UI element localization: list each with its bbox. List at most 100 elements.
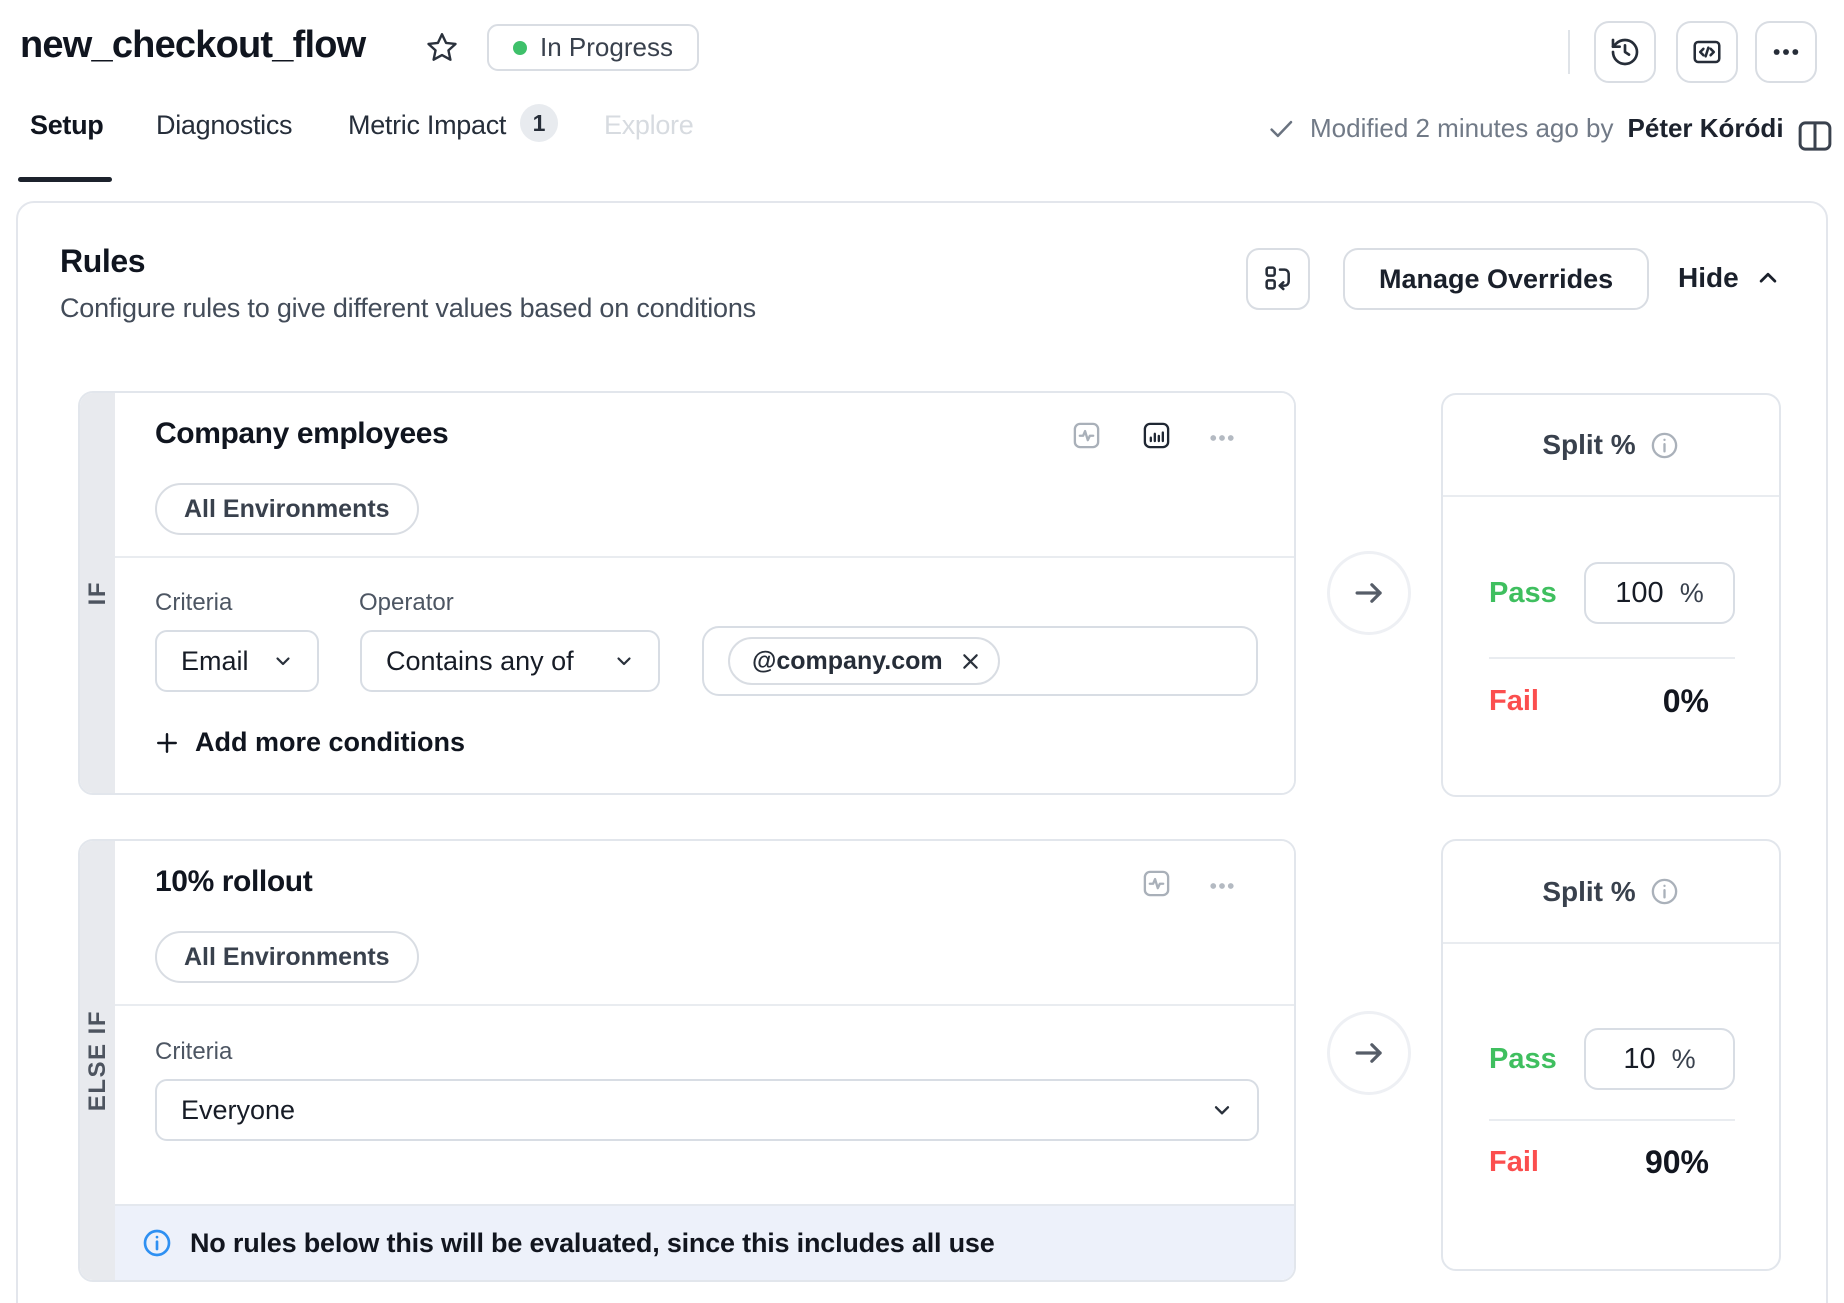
rule-card-10-percent-rollout: ELSE IF 10% rollout All Environments Cri… [78, 839, 1296, 1282]
activity-pulse-icon [1071, 420, 1102, 451]
page-title: new_checkout_flow [20, 24, 365, 67]
condition-values-input[interactable]: @company.com [702, 626, 1258, 696]
pass-percent-input[interactable]: 10 % [1584, 1028, 1735, 1090]
pass-percent-value: 10 [1623, 1043, 1655, 1076]
split-divider [1489, 1119, 1735, 1121]
add-more-conditions-button[interactable]: Add more conditions [153, 727, 465, 758]
pass-percent-value: 100 [1615, 577, 1663, 610]
arrow-right-icon [1350, 1034, 1388, 1072]
chevron-down-icon [1209, 1097, 1235, 1123]
status-label: In Progress [540, 32, 673, 63]
info-icon [1649, 430, 1680, 461]
modified-author: Péter Kóródi [1628, 113, 1784, 144]
environment-tag-label: All Environments [184, 943, 390, 972]
pass-label: Pass [1489, 577, 1557, 610]
percent-unit: % [1672, 1044, 1696, 1075]
check-icon [1266, 114, 1296, 144]
split-header: Split % [1443, 395, 1779, 497]
fail-percent-value: 0% [1663, 683, 1735, 720]
tab-setup[interactable]: Setup [30, 110, 104, 141]
info-icon [1649, 876, 1680, 907]
rule-info-banner-text: No rules below this will be evaluated, s… [190, 1228, 995, 1259]
split-header: Split % [1443, 841, 1779, 944]
hide-rules-toggle[interactable]: Hide [1678, 262, 1783, 294]
page: new_checkout_flow In Progress Setup Diag… [0, 0, 1844, 1303]
rule-to-split-arrow [1327, 1011, 1411, 1095]
ellipsis-icon [1770, 36, 1802, 68]
rule-connector-label: IF [84, 581, 112, 605]
criteria-select[interactable]: Everyone [155, 1079, 1259, 1141]
environment-tag: All Environments [155, 931, 419, 983]
rule-body: Company employees All Environments Crite… [115, 393, 1294, 793]
history-button[interactable] [1594, 21, 1656, 83]
rule-to-split-arrow [1327, 551, 1411, 635]
pass-percent-input[interactable]: 100 % [1584, 562, 1735, 624]
split-card: Split % Pass 100 % Fail 0% [1441, 393, 1781, 797]
code-button[interactable] [1676, 21, 1738, 83]
rule-card-company-employees: IF Company employees All Environments Cr… [78, 391, 1296, 795]
pass-label: Pass [1489, 1043, 1557, 1076]
fail-label: Fail [1489, 685, 1539, 718]
favorite-star-button[interactable] [424, 30, 460, 66]
fail-row: Fail 90% [1489, 1144, 1735, 1181]
fail-row: Fail 0% [1489, 683, 1735, 720]
panel-toggle-button[interactable] [1794, 115, 1836, 157]
ellipsis-icon [1207, 423, 1237, 453]
header-divider [1568, 30, 1570, 74]
rule-analytics-button[interactable] [1141, 420, 1172, 451]
rule-pulse-button[interactable] [1071, 420, 1102, 451]
metric-impact-count-badge: 1 [520, 104, 558, 142]
rule-body: 10% rollout All Environments Criteria Ev… [115, 841, 1294, 1280]
split-card: Split % Pass 10 % Fail 90% [1441, 839, 1781, 1271]
pass-row: Pass 100 % [1489, 562, 1735, 624]
rule-pulse-button[interactable] [1141, 868, 1172, 899]
status-badge[interactable]: In Progress [487, 24, 699, 71]
rule-header-divider [115, 556, 1294, 558]
criteria-select[interactable]: Email [155, 630, 319, 692]
info-icon [141, 1227, 173, 1259]
value-chip: @company.com [728, 637, 1000, 685]
bar-chart-icon [1141, 420, 1172, 451]
plus-icon [153, 729, 181, 757]
criteria-label: Criteria [155, 1038, 232, 1066]
active-tab-underline [18, 177, 112, 182]
rule-info-banner: No rules below this will be evaluated, s… [115, 1204, 1294, 1280]
environment-tag-label: All Environments [184, 495, 390, 524]
rule-header-divider [115, 1004, 1294, 1006]
history-icon [1609, 36, 1641, 68]
view-overrides-button[interactable] [1246, 248, 1310, 310]
value-chip-label: @company.com [752, 647, 943, 676]
tab-metric-impact[interactable]: Metric Impact [348, 110, 506, 141]
code-icon [1691, 36, 1723, 68]
manage-overrides-button[interactable]: Manage Overrides [1343, 248, 1649, 310]
activity-pulse-icon [1141, 868, 1172, 899]
operator-select[interactable]: Contains any of [360, 630, 660, 692]
rule-more-button[interactable] [1207, 423, 1237, 453]
tab-diagnostics[interactable]: Diagnostics [156, 110, 292, 141]
arrow-right-icon [1350, 574, 1388, 612]
operator-label: Operator [359, 589, 454, 617]
modified-text: Modified 2 minutes ago by [1310, 113, 1614, 144]
chevron-up-icon [1753, 263, 1783, 293]
chevron-down-icon [271, 649, 295, 673]
rules-heading: Rules [60, 243, 145, 280]
environment-tag: All Environments [155, 483, 419, 535]
modified-status: Modified 2 minutes ago by Péter Kóródi [1266, 113, 1784, 144]
rule-name: Company employees [155, 417, 448, 451]
pass-row: Pass 10 % [1489, 1028, 1735, 1090]
tab-explore: Explore [604, 110, 693, 141]
close-icon[interactable] [957, 648, 984, 675]
chevron-down-icon [612, 649, 636, 673]
rule-connector-rail: ELSE IF [80, 841, 115, 1280]
split-title: Split % [1542, 876, 1635, 908]
ellipsis-icon [1207, 871, 1237, 901]
split-panel-icon [1794, 115, 1836, 157]
rule-more-button[interactable] [1207, 871, 1237, 901]
overrides-diff-icon [1262, 263, 1294, 295]
split-divider [1489, 657, 1735, 659]
more-actions-button[interactable] [1755, 21, 1817, 83]
split-title: Split % [1542, 429, 1635, 461]
operator-select-value: Contains any of [386, 646, 574, 677]
rule-connector-rail: IF [80, 393, 115, 793]
add-more-conditions-label: Add more conditions [195, 727, 465, 758]
